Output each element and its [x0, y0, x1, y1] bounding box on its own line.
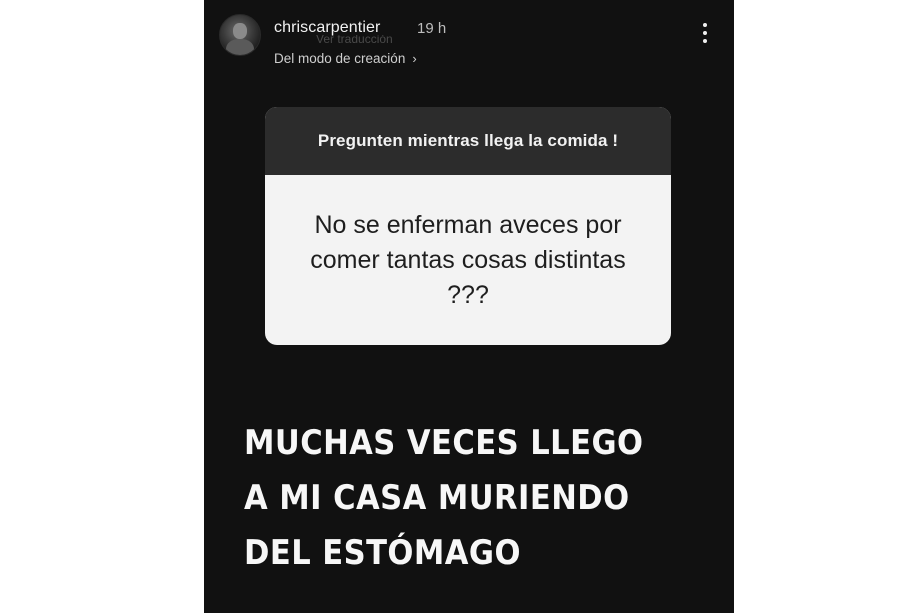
caption-line: MUCHAS VECES LLEGO: [244, 423, 644, 463]
more-vertical-icon[interactable]: [702, 23, 708, 45]
caption-line: A MI CASA MURIENDO: [244, 478, 630, 518]
question-text: No se enferman aveces por comer tantas c…: [310, 210, 626, 309]
story-caption: MUCHAS VECES LLEGO A MI CASA MURIENDO DE…: [244, 416, 644, 581]
caption-line: DEL ESTÓMAGO: [244, 533, 521, 573]
more-dot: [703, 31, 707, 35]
story-header: chriscarpentier 19 h Ver traducción Del …: [204, 0, 734, 70]
chevron-right-icon: ›: [412, 51, 417, 66]
creation-mode-label: Del modo de creación: [274, 51, 406, 66]
avatar-body: [226, 39, 254, 55]
translation-ghost-text: Ver traducción: [316, 35, 393, 45]
story-viewer[interactable]: chriscarpentier 19 h Ver traducción Del …: [204, 0, 734, 613]
question-prompt: Pregunten mientras llega la comida !: [265, 107, 671, 175]
avatar-face: [233, 23, 247, 39]
post-time: 19 h: [417, 20, 447, 37]
more-dot: [703, 39, 707, 43]
more-dot: [703, 23, 707, 27]
creation-mode-link[interactable]: Del modo de creación ›: [274, 51, 417, 66]
question-sticker[interactable]: Pregunten mientras llega la comida ! No …: [265, 107, 671, 345]
profile-avatar[interactable]: [219, 14, 261, 56]
